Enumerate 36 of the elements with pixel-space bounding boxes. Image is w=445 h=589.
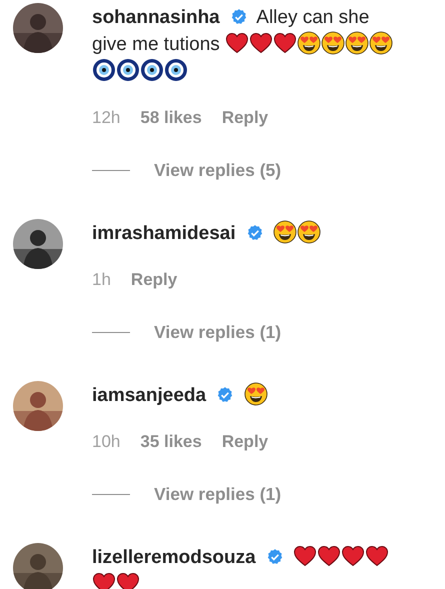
comment-text: sohannasinha Alley can she give me tutions: [92, 4, 394, 85]
heart-icon: [365, 544, 390, 568]
likes-count[interactable]: 58 likes: [140, 108, 202, 128]
heart-icon: [293, 544, 318, 568]
heart-icon: [273, 31, 298, 55]
evil-eye-icon: [164, 58, 188, 82]
heart-icon: [317, 544, 342, 568]
heart-icon: [341, 544, 366, 568]
heart-icon: [92, 571, 116, 589]
heart-eyes-face-icon: [345, 31, 370, 55]
evil-eye-icon: [92, 58, 116, 82]
reply-link[interactable]: Reply: [222, 432, 268, 452]
username-link[interactable]: iamsanjeeda: [92, 385, 206, 406]
view-replies-link[interactable]: View replies (1): [154, 484, 282, 504]
heart-eyes-face-icon: [369, 31, 394, 55]
reply-link[interactable]: Reply: [130, 270, 178, 290]
heart-icon: [116, 571, 140, 589]
username-link[interactable]: imrashamidesai: [92, 223, 236, 244]
evil-eye-icon: [140, 58, 164, 82]
username-link[interactable]: sohannasinha: [92, 7, 220, 28]
heart-eyes-face-icon: [244, 382, 268, 406]
comment-time: 10h: [92, 432, 120, 452]
heart-eyes-face-icon: [297, 220, 322, 244]
comment-time: 1h: [92, 270, 111, 290]
heart-eyes-face-icon: [273, 220, 298, 244]
heart-eyes-face-icon: [297, 31, 322, 55]
username-link[interactable]: lizelleremodsouza: [92, 547, 256, 568]
heart-icon: [249, 31, 274, 55]
comment-time: 12h: [92, 108, 120, 128]
view-replies-link[interactable]: View replies (5): [154, 160, 282, 180]
reply-link[interactable]: Reply: [222, 108, 268, 128]
likes-count[interactable]: 35 likes: [140, 432, 202, 452]
heart-icon: [225, 31, 250, 55]
view-replies-link[interactable]: View replies (1): [154, 322, 282, 342]
evil-eye-icon: [116, 58, 140, 82]
heart-eyes-face-icon: [321, 31, 346, 55]
